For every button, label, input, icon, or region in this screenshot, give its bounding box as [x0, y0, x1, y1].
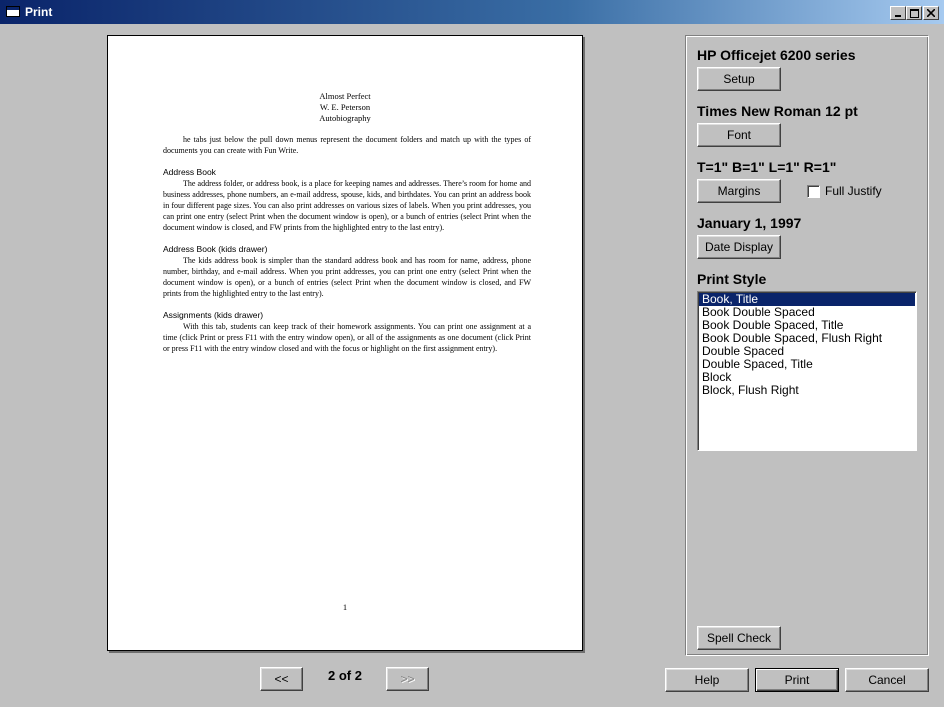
section-text: The address folder, or address book, is …: [163, 179, 531, 232]
section-text: With this tab, students can keep track o…: [163, 322, 531, 353]
window-title: Print: [25, 5, 53, 19]
document-title-line: Almost Perfect: [319, 91, 371, 101]
printer-name: HP Officejet 6200 series: [697, 47, 856, 63]
document-subtitle-line: Autobiography: [319, 113, 371, 123]
document-author-line: W. E. Peterson: [319, 102, 371, 112]
section-text: The kids address book is simpler than th…: [163, 256, 531, 298]
font-name: Times New Roman 12 pt: [697, 103, 858, 119]
setup-button[interactable]: Setup: [697, 67, 781, 91]
section-heading: Assignments (kids drawer): [163, 310, 264, 320]
date-display-label: Date Display: [704, 240, 774, 254]
window-icon: [6, 6, 20, 17]
title-bar: Print: [0, 0, 944, 24]
section-heading: Address Book (kids drawer): [163, 244, 268, 254]
document-title-block: Almost Perfect W. E. Peterson Autobiogra…: [108, 91, 582, 124]
page-preview: Almost Perfect W. E. Peterson Autobiogra…: [107, 35, 583, 651]
page-status: 2 of 2: [328, 668, 362, 683]
close-icon: [927, 9, 935, 17]
print-style-option[interactable]: Double Spaced, Title: [699, 358, 915, 371]
help-button[interactable]: Help: [665, 668, 749, 692]
next-page-button[interactable]: >>: [386, 667, 429, 691]
full-justify-checkbox[interactable]: [807, 184, 820, 198]
print-style-list[interactable]: Book, Title Book Double Spaced Book Doub…: [697, 291, 917, 451]
document-body: he tabs just below the pull down menus r…: [163, 134, 531, 354]
print-button-label: Print: [784, 673, 810, 687]
margins-button-label: Margins: [717, 184, 761, 198]
margins-button[interactable]: Margins: [697, 179, 781, 203]
help-button-label: Help: [694, 673, 720, 687]
cancel-button-label: Cancel: [868, 673, 906, 687]
spell-check-label: Spell Check: [706, 631, 772, 645]
cancel-button[interactable]: Cancel: [845, 668, 929, 692]
page-number: 1: [342, 602, 348, 612]
previous-page-label: <<: [274, 672, 289, 686]
margins-summary: T=1" B=1" L=1" R=1": [697, 159, 837, 175]
print-style-label: Print Style: [697, 271, 767, 287]
setup-button-label: Setup: [723, 72, 755, 86]
maximize-button[interactable]: [906, 6, 922, 20]
font-button-label: Font: [726, 128, 751, 142]
full-justify-label: Full Justify: [825, 184, 882, 198]
close-button[interactable]: [923, 6, 939, 20]
minimize-button[interactable]: [890, 6, 906, 20]
full-justify-option[interactable]: Full Justify: [807, 184, 882, 198]
section-heading: Address Book: [163, 167, 216, 177]
print-button[interactable]: Print: [755, 668, 839, 692]
previous-page-button[interactable]: <<: [260, 667, 303, 691]
date-text: January 1, 1997: [697, 215, 802, 231]
maximize-icon: [909, 8, 919, 18]
spell-check-button[interactable]: Spell Check: [697, 626, 781, 650]
date-display-button[interactable]: Date Display: [697, 235, 781, 259]
next-page-label: >>: [400, 672, 415, 686]
document-intro: he tabs just below the pull down menus r…: [163, 135, 531, 155]
minimize-icon: [895, 15, 901, 17]
print-style-option[interactable]: Block, Flush Right: [699, 384, 915, 397]
font-button[interactable]: Font: [697, 123, 781, 147]
